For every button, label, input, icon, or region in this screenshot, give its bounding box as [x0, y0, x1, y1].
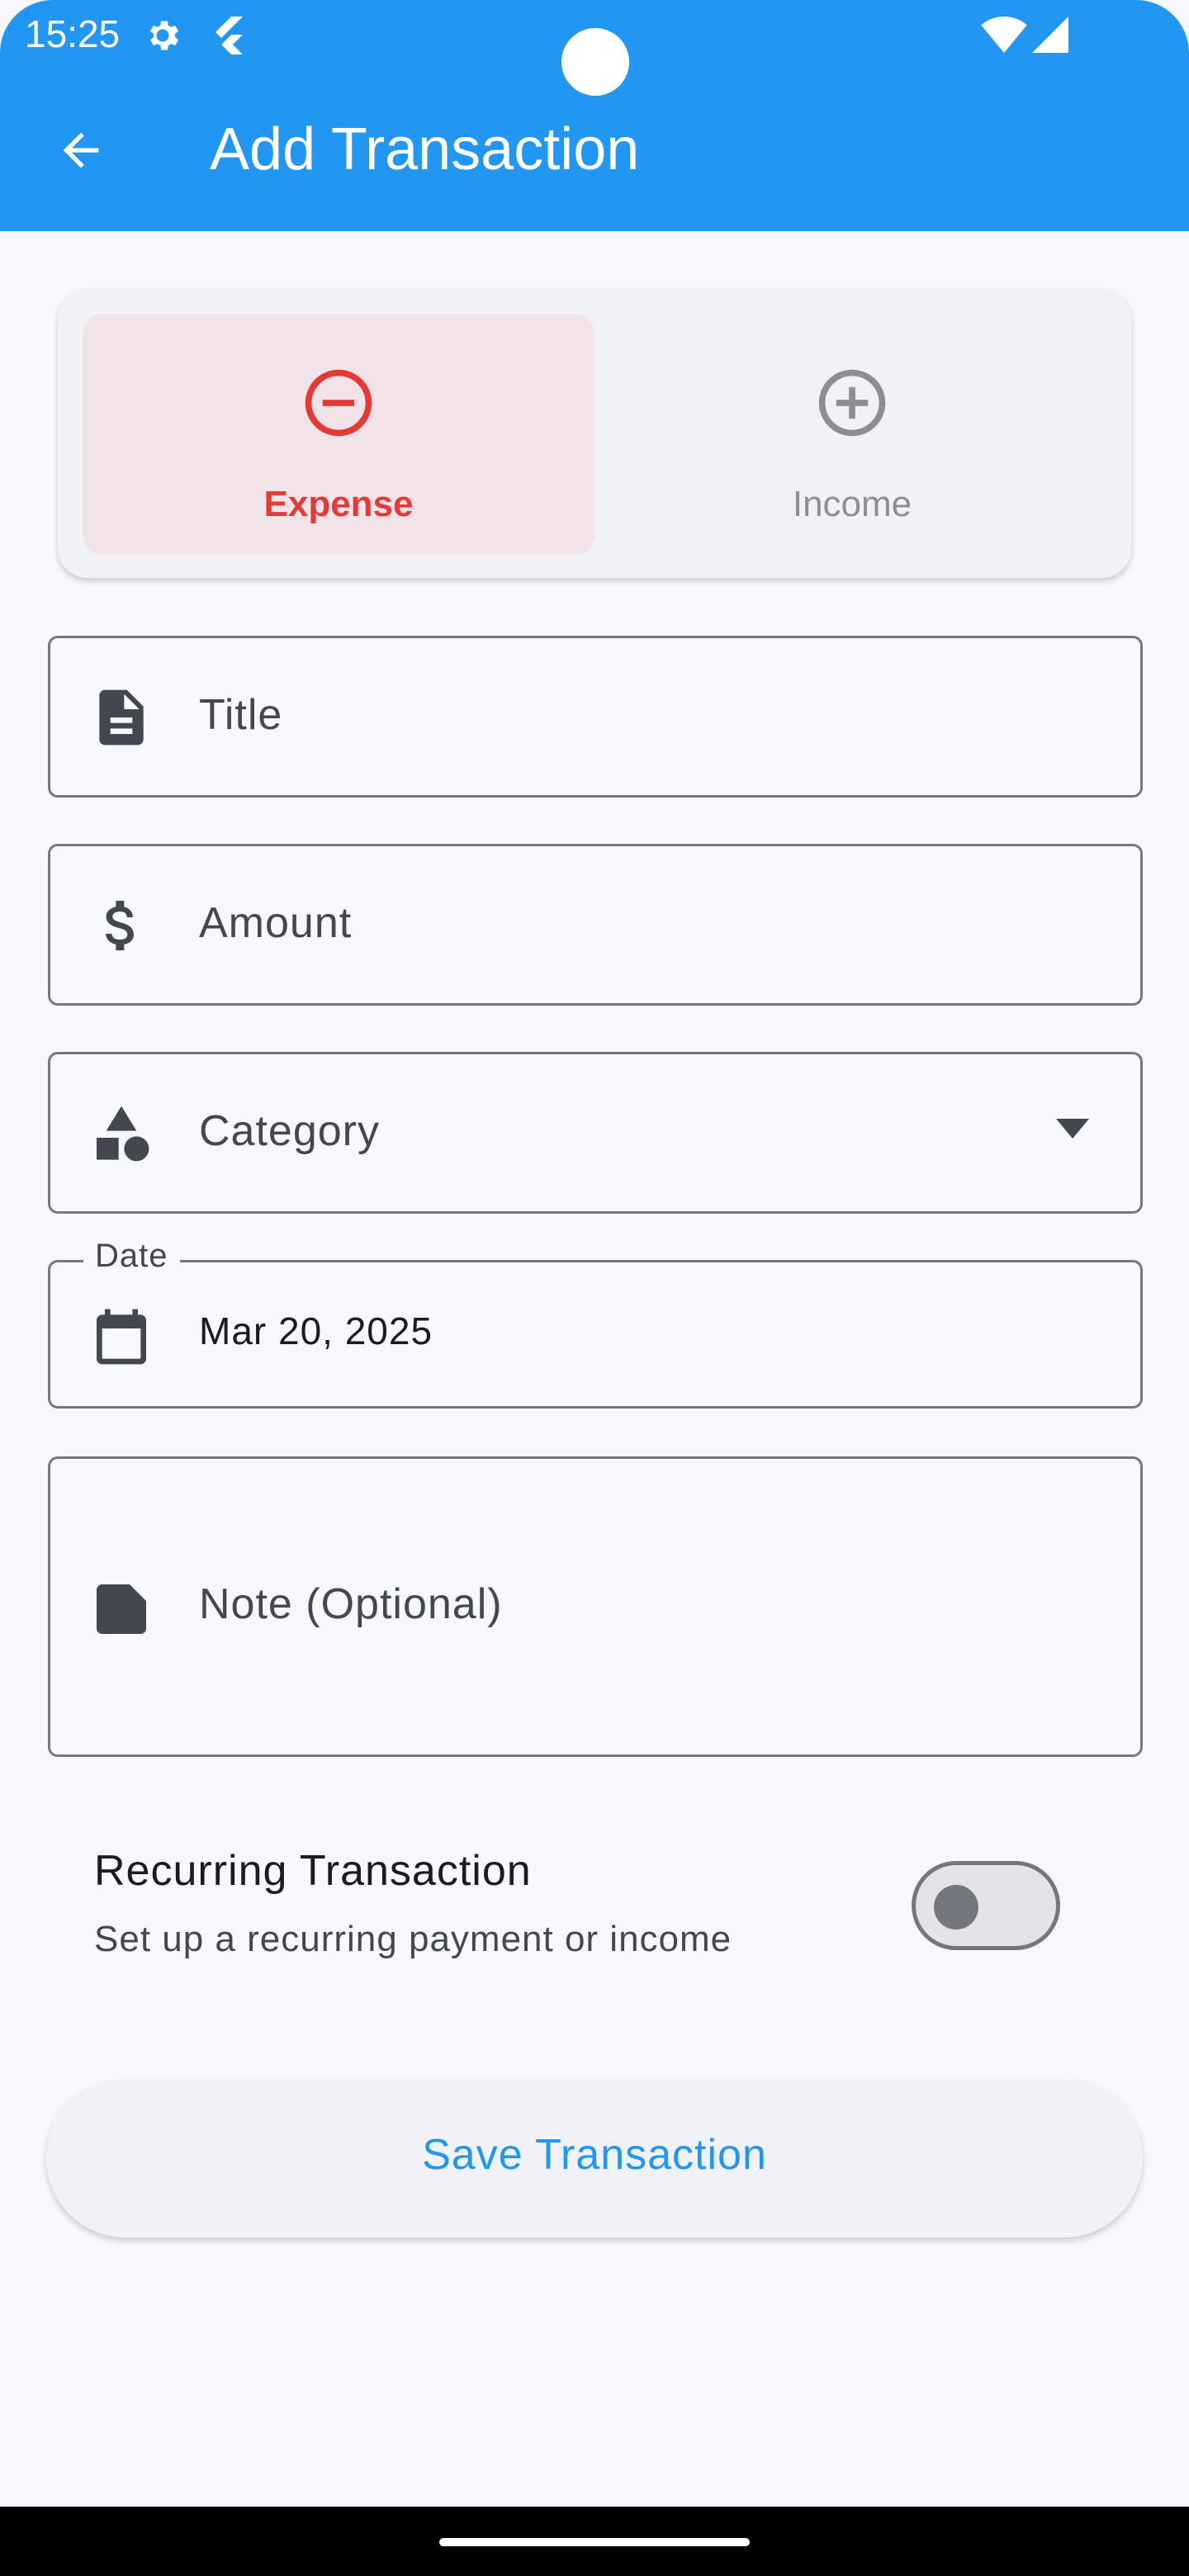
save-button-label: Save Transaction	[422, 2131, 767, 2179]
save-transaction-button[interactable]: Save Transaction	[46, 2079, 1143, 2237]
plus-circle-icon	[818, 369, 886, 437]
transaction-type-toggle: Expense Income	[58, 289, 1131, 578]
note-icon	[97, 1584, 146, 1634]
date-field-label: Date	[83, 1238, 180, 1275]
recurring-toggle-switch[interactable]	[912, 1861, 1060, 1950]
minus-circle-icon	[305, 369, 372, 437]
status-time: 15:25	[25, 12, 121, 55]
expense-label: Expense	[263, 484, 414, 524]
expense-option[interactable]: Expense	[83, 314, 594, 555]
date-field[interactable]: Date Mar 20, 2025	[48, 1238, 1143, 1409]
category-dropdown[interactable]: Category	[48, 1052, 1143, 1214]
recurring-title: Recurring Transaction	[94, 1847, 532, 1895]
category-field-label: Category	[199, 1107, 380, 1155]
recurring-subtitle: Set up a recurring payment or income	[94, 1919, 732, 1959]
settings-icon	[149, 21, 179, 50]
back-arrow-icon[interactable]	[51, 124, 111, 177]
wifi-icon	[981, 17, 1027, 53]
dollar-icon	[106, 901, 134, 950]
income-label: Income	[792, 484, 912, 524]
title-field-label: Title	[199, 691, 283, 739]
cellular-signal-icon	[1032, 17, 1068, 53]
income-option[interactable]: Income	[596, 314, 1108, 555]
home-indicator[interactable]	[439, 2538, 750, 2546]
toggle-thumb	[934, 1885, 978, 1930]
note-field-label: Note (Optional)	[199, 1580, 503, 1628]
calendar-icon	[97, 1309, 146, 1365]
title-field[interactable]: Title	[48, 636, 1143, 798]
camera-cutout	[561, 28, 629, 96]
amount-field[interactable]: Amount	[48, 844, 1143, 1006]
flutter-icon	[216, 17, 243, 54]
amount-field-label: Amount	[199, 899, 353, 947]
page-title: Add Transaction	[210, 116, 640, 182]
category-shapes-icon	[97, 1106, 149, 1162]
document-icon	[99, 689, 144, 746]
dropdown-arrow-icon	[1056, 1119, 1089, 1139]
note-field[interactable]: Note (Optional)	[48, 1456, 1143, 1757]
date-value: Mar 20, 2025	[199, 1309, 433, 1352]
